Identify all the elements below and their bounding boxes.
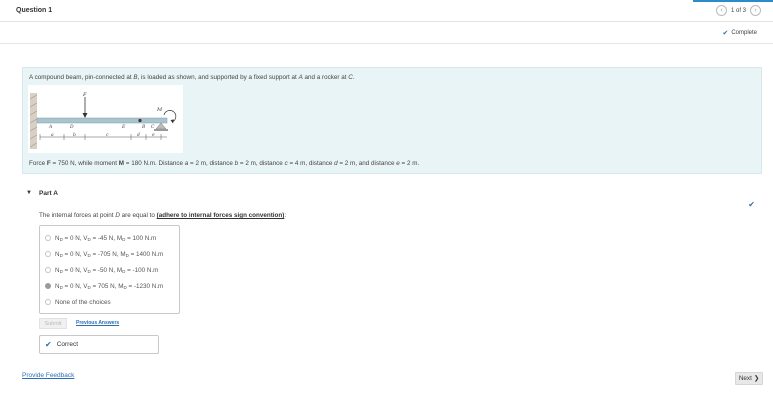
choice-n-value: = 0 N, bbox=[62, 234, 84, 242]
question-text: The internal forces at point bbox=[39, 212, 116, 219]
beam-figure: F M A D E B C a b c d e bbox=[28, 85, 183, 153]
label-e: E bbox=[121, 124, 126, 130]
choice-n-value: = 0 N, bbox=[62, 266, 84, 274]
question-header: Question 1 ‹ 1 of 3 › bbox=[0, 0, 773, 22]
label-dim-b: b bbox=[73, 132, 76, 138]
choice-item[interactable]: ND = 0 N, VD = -45 N, MD = 100 N.m bbox=[45, 232, 156, 244]
divider bbox=[0, 43, 773, 44]
intro-text: A compound beam, pin-connected at bbox=[29, 74, 134, 81]
choice-radio-selected[interactable] bbox=[45, 283, 51, 289]
choice-m-value: = -1230 N.m bbox=[126, 282, 164, 290]
question-title: Question 1 bbox=[16, 7, 53, 14]
choice-item[interactable]: ND = 0 N, VD = -50 N, MD = -100 N.m bbox=[45, 264, 158, 276]
next-button-label: Next bbox=[738, 375, 752, 382]
choice-n-value: = 0 N, bbox=[62, 250, 84, 258]
intro-text: , is loaded as shown, and supported by a… bbox=[137, 74, 299, 81]
checkmark-icon: ✔ bbox=[722, 30, 729, 37]
answer-choices: ND = 0 N, VD = -45 N, MD = 100 N.m ND = … bbox=[39, 225, 180, 314]
choice-v-value: = -45 N, bbox=[90, 234, 117, 242]
provide-feedback-link[interactable]: Provide Feedback bbox=[22, 372, 74, 379]
choice-label: None of the choices bbox=[55, 298, 111, 306]
prev-question-icon[interactable]: ‹ bbox=[715, 5, 727, 16]
choice-m-value: = -100 N.m bbox=[125, 266, 159, 274]
label-b: B bbox=[141, 124, 146, 130]
previous-answers-link[interactable]: Previous Answers bbox=[76, 320, 119, 326]
correct-checkmark-icon: ✔ bbox=[45, 340, 52, 349]
givens-text: = 750 N, while moment bbox=[50, 160, 119, 167]
rocker-ground bbox=[154, 129, 168, 131]
label-dim-d: d bbox=[137, 132, 140, 138]
givens-text: = 2 m, distance bbox=[188, 160, 235, 167]
chevron-right-icon: ❯ bbox=[753, 375, 760, 382]
question-text: are equal to bbox=[119, 212, 157, 219]
label-f: F bbox=[82, 92, 87, 98]
choice-radio[interactable] bbox=[45, 235, 51, 241]
result-text: Correct bbox=[56, 341, 79, 348]
choice-n-value: = 0 N, bbox=[62, 282, 84, 290]
choice-label: ND = 0 N, VD = -705 N, MD = 1400 N.m bbox=[55, 251, 163, 258]
choice-item[interactable]: ND = 0 N, VD = -705 N, MD = 1400 N.m bbox=[45, 248, 163, 260]
result-correct: ✔ Correct bbox=[39, 335, 159, 354]
part-complete-checkmark-icon: ✔ bbox=[748, 200, 755, 209]
choice-label: ND = 0 N, VD = 705 N, MD = -1230 N.m bbox=[55, 283, 163, 290]
pager-text: 1 of 3 bbox=[730, 7, 746, 14]
rocker-c bbox=[155, 122, 167, 130]
label-d: D bbox=[69, 124, 74, 130]
question-text: : bbox=[284, 212, 287, 219]
label-a: A bbox=[48, 124, 53, 130]
submit-button[interactable]: Submit bbox=[39, 318, 67, 329]
beam bbox=[36, 117, 168, 124]
choice-v-value: = -705 N, bbox=[90, 250, 121, 258]
choice-item-selected[interactable]: ND = 0 N, VD = 705 N, MD = -1230 N.m bbox=[45, 280, 163, 292]
givens-text: Force bbox=[29, 160, 47, 167]
choice-m-value: = 1400 N.m bbox=[128, 250, 164, 258]
moment-arrowhead bbox=[170, 119, 174, 124]
pin-b bbox=[138, 118, 142, 123]
choice-radio[interactable] bbox=[45, 299, 51, 305]
force-arrowhead bbox=[82, 113, 88, 118]
choice-v-value: = 705 N, bbox=[90, 282, 119, 290]
choice-label: ND = 0 N, VD = -50 N, MD = -100 N.m bbox=[55, 267, 158, 274]
givens-text: = 2 m, and distance bbox=[337, 160, 397, 167]
part-a-question: The internal forces at point D are equal… bbox=[39, 212, 286, 219]
collapse-triangle-icon[interactable]: ▼ bbox=[26, 190, 32, 196]
givens-text: = 180 N.m. Distance bbox=[124, 160, 185, 167]
label-dim-a: a bbox=[51, 133, 54, 138]
intro-text: and a rocker at bbox=[302, 74, 349, 81]
beam-diagram: F M A D E B C a b c d e bbox=[29, 92, 177, 149]
choice-radio[interactable] bbox=[45, 251, 51, 257]
next-question-icon[interactable]: › bbox=[750, 5, 761, 16]
problem-givens: Force F = 750 N, while moment M = 180 N.… bbox=[29, 160, 419, 167]
next-button[interactable]: Next ❯ bbox=[735, 372, 763, 385]
choice-v-value: = -50 N, bbox=[90, 266, 117, 274]
completion-status: ✔ Complete bbox=[722, 29, 757, 37]
label-dim-e: e bbox=[152, 133, 155, 138]
intro-text: . bbox=[352, 74, 355, 81]
label-m: M bbox=[156, 107, 163, 113]
choice-radio[interactable] bbox=[45, 267, 51, 273]
sign-convention-link[interactable]: (adhere to internal forces sign conventi… bbox=[157, 212, 285, 219]
givens-text: = 2 m. bbox=[399, 160, 420, 167]
choice-item-none[interactable]: None of the choices bbox=[45, 296, 111, 308]
part-a-header[interactable]: ▼ Part A bbox=[22, 186, 762, 202]
header-accent-bar bbox=[693, 0, 773, 2]
label-c: C bbox=[151, 124, 155, 130]
choice-m-value: = 100 N.m bbox=[125, 234, 157, 242]
problem-statement: A compound beam, pin-connected at B , is … bbox=[22, 67, 762, 174]
part-a-label: Part A bbox=[39, 190, 58, 197]
givens-text: = 4 m, distance bbox=[287, 160, 335, 167]
completion-status-text: Complete bbox=[731, 30, 757, 36]
choice-label: ND = 0 N, VD = -45 N, MD = 100 N.m bbox=[55, 235, 156, 242]
problem-intro: A compound beam, pin-connected at B, is … bbox=[29, 74, 355, 81]
question-pager: ‹ 1 of 3 › bbox=[715, 5, 761, 16]
givens-text: = 2 m, distance bbox=[238, 160, 285, 167]
